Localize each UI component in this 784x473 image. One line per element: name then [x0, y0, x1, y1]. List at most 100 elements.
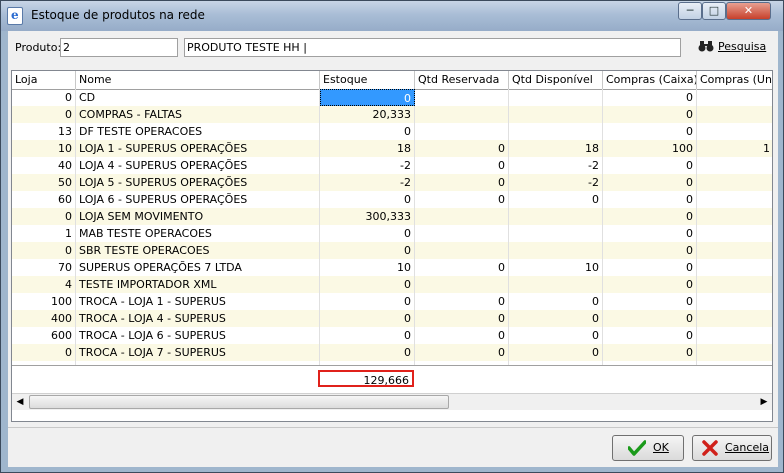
horizontal-scrollbar[interactable]: ◀ ▶: [12, 393, 772, 410]
nome-cell[interactable]: MAB TESTE OPERACOES: [76, 225, 320, 242]
loja-cell[interactable]: 0: [12, 106, 76, 123]
qtd-disponivel-cell[interactable]: [509, 123, 603, 140]
scroll-left-icon[interactable]: ◀: [12, 394, 28, 410]
loja-cell[interactable]: 50: [12, 174, 76, 191]
qtd-disponivel-cell[interactable]: -2: [509, 157, 603, 174]
column-header[interactable]: Loja: [12, 71, 76, 89]
qtd-reservada-cell[interactable]: 0: [415, 327, 509, 344]
compras-caixa-cell[interactable]: 0: [603, 157, 697, 174]
table-row[interactable]: 100 TROCA - LOJA 1 - SUPERUS 0 0 0 0: [12, 293, 772, 310]
nome-cell[interactable]: TROCA - LOJA 7 - SUPERUS: [76, 344, 320, 361]
minimize-button[interactable]: ─: [678, 2, 702, 20]
column-header[interactable]: Qtd Reservada: [415, 71, 509, 89]
qtd-disponivel-cell[interactable]: 0: [509, 344, 603, 361]
nome-cell[interactable]: LOJA 1 - SUPERUS OPERAÇÕES: [76, 140, 320, 157]
column-header[interactable]: Estoque: [320, 71, 415, 89]
compras-un-cell[interactable]: 1: [697, 140, 772, 157]
loja-cell[interactable]: 400: [12, 310, 76, 327]
nome-cell[interactable]: TROCA - LOJA 6 - SUPERUS: [76, 327, 320, 344]
nome-cell[interactable]: COMPRAS - FALTAS: [76, 106, 320, 123]
table-row[interactable]: 13 DF TESTE OPERACOES 0 0: [12, 123, 772, 140]
compras-un-cell[interactable]: [697, 344, 772, 361]
loja-cell[interactable]: 0: [12, 344, 76, 361]
qtd-disponivel-cell[interactable]: 10: [509, 259, 603, 276]
loja-cell[interactable]: 4: [12, 276, 76, 293]
estoque-cell[interactable]: 0: [320, 293, 415, 310]
compras-un-cell[interactable]: [697, 276, 772, 293]
nome-cell[interactable]: LOJA 6 - SUPERUS OPERAÇÕES: [76, 191, 320, 208]
maximize-button[interactable]: □: [702, 2, 726, 20]
produto-name-input[interactable]: PRODUTO TESTE HH |: [184, 38, 681, 57]
nome-cell[interactable]: DF TESTE OPERACOES: [76, 123, 320, 140]
compras-un-cell[interactable]: [697, 310, 772, 327]
loja-cell[interactable]: 70: [12, 259, 76, 276]
qtd-disponivel-cell[interactable]: [509, 276, 603, 293]
loja-cell[interactable]: 13: [12, 123, 76, 140]
qtd-disponivel-cell[interactable]: 0: [509, 191, 603, 208]
compras-caixa-cell[interactable]: 0: [603, 106, 697, 123]
qtd-reservada-cell[interactable]: 0: [415, 310, 509, 327]
estoque-cell[interactable]: 0: [320, 123, 415, 140]
loja-cell[interactable]: 0: [12, 242, 76, 259]
qtd-reservada-cell[interactable]: 0: [415, 259, 509, 276]
qtd-disponivel-cell[interactable]: 0: [509, 327, 603, 344]
compras-caixa-cell[interactable]: 0: [603, 225, 697, 242]
qtd-reservada-cell[interactable]: 0: [415, 140, 509, 157]
compras-un-cell[interactable]: [697, 191, 772, 208]
estoque-cell[interactable]: 10: [320, 259, 415, 276]
compras-un-cell[interactable]: [697, 225, 772, 242]
nome-cell[interactable]: TESTE IMPORTADOR XML: [76, 276, 320, 293]
nome-cell[interactable]: TROCA - LOJA 4 - SUPERUS: [76, 310, 320, 327]
compras-caixa-cell[interactable]: 0: [603, 276, 697, 293]
estoque-cell[interactable]: 0: [320, 310, 415, 327]
table-row[interactable]: 0 LOJA SEM MOVIMENTO 300,333 0: [12, 208, 772, 225]
column-header[interactable]: Compras (Caixa): [603, 71, 697, 89]
cancelar-button[interactable]: Cancela: [692, 435, 772, 461]
qtd-disponivel-cell[interactable]: 18: [509, 140, 603, 157]
loja-cell[interactable]: 10: [12, 140, 76, 157]
compras-un-cell[interactable]: [697, 106, 772, 123]
qtd-reservada-cell[interactable]: [415, 123, 509, 140]
produto-code-input[interactable]: 2: [60, 38, 178, 57]
compras-caixa-cell[interactable]: 0: [603, 208, 697, 225]
estoque-cell[interactable]: 0: [320, 225, 415, 242]
qtd-reservada-cell[interactable]: 0: [415, 344, 509, 361]
compras-un-cell[interactable]: [697, 89, 772, 106]
table-row[interactable]: 600 TROCA - LOJA 6 - SUPERUS 0 0 0 0: [12, 327, 772, 344]
column-header[interactable]: Qtd Disponível: [509, 71, 603, 89]
column-header[interactable]: Compras (Un): [697, 71, 772, 89]
column-header[interactable]: Nome: [76, 71, 320, 89]
compras-caixa-cell[interactable]: 0: [603, 89, 697, 106]
compras-un-cell[interactable]: [697, 242, 772, 259]
estoque-cell[interactable]: 20,333: [320, 106, 415, 123]
loja-cell[interactable]: 0: [12, 208, 76, 225]
table-row[interactable]: 40 LOJA 4 - SUPERUS OPERAÇÕES -2 0 -2 0: [12, 157, 772, 174]
table-row[interactable]: 10 LOJA 1 - SUPERUS OPERAÇÕES 18 0 18 100 1: [12, 140, 772, 157]
nome-cell[interactable]: SUPERUS OPERAÇÕES 7 LTDA: [76, 259, 320, 276]
qtd-reservada-cell[interactable]: 0: [415, 174, 509, 191]
estoque-cell[interactable]: 0: [320, 191, 415, 208]
nome-cell[interactable]: TROCA - LOJA 1 - SUPERUS: [76, 293, 320, 310]
loja-cell[interactable]: 40: [12, 157, 76, 174]
nome-cell[interactable]: LOJA 5 - SUPERUS OPERAÇÕES: [76, 174, 320, 191]
nome-cell[interactable]: LOJA 4 - SUPERUS OPERAÇÕES: [76, 157, 320, 174]
estoque-cell[interactable]: 0: [320, 89, 415, 106]
qtd-reservada-cell[interactable]: [415, 225, 509, 242]
estoque-cell[interactable]: -2: [320, 157, 415, 174]
estoque-cell[interactable]: -2: [320, 174, 415, 191]
loja-cell[interactable]: 1: [12, 225, 76, 242]
table-row[interactable]: 400 TROCA - LOJA 4 - SUPERUS 0 0 0 0: [12, 310, 772, 327]
table-row[interactable]: 0 CD 0 0: [12, 89, 772, 106]
qtd-disponivel-cell[interactable]: [509, 225, 603, 242]
qtd-disponivel-cell[interactable]: -2: [509, 174, 603, 191]
qtd-reservada-cell[interactable]: [415, 89, 509, 106]
compras-caixa-cell[interactable]: 0: [603, 344, 697, 361]
compras-un-cell[interactable]: [697, 327, 772, 344]
table-row[interactable]: 70 SUPERUS OPERAÇÕES 7 LTDA 10 0 10 0: [12, 259, 772, 276]
stock-table[interactable]: Loja Nome Estoque Qtd Reservada Qtd Disp…: [11, 70, 773, 422]
qtd-reservada-cell[interactable]: 0: [415, 157, 509, 174]
compras-un-cell[interactable]: [697, 123, 772, 140]
compras-caixa-cell[interactable]: 0: [603, 310, 697, 327]
nome-cell[interactable]: SBR TESTE OPERACOES: [76, 242, 320, 259]
loja-cell[interactable]: 100: [12, 293, 76, 310]
